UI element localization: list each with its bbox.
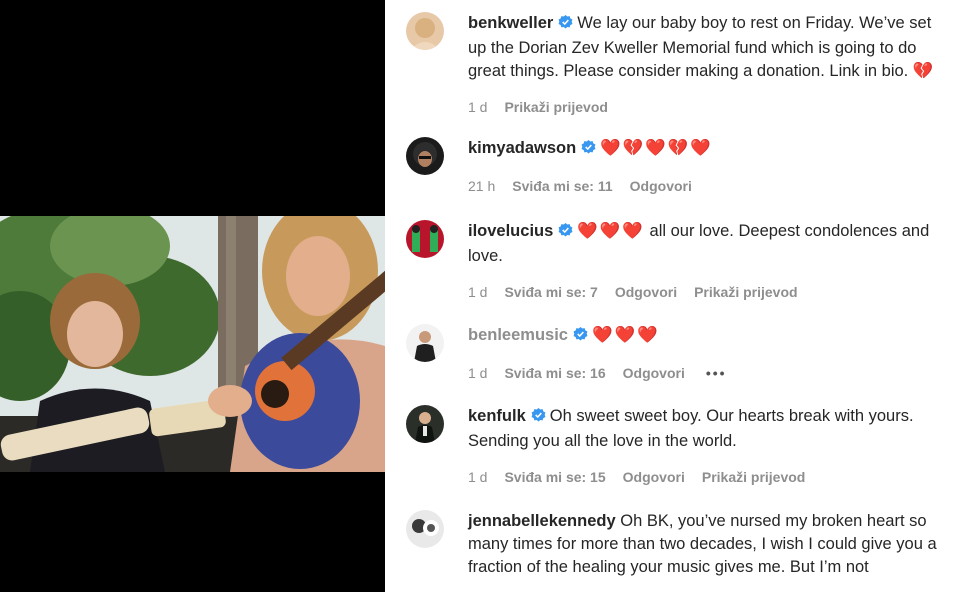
comment-username[interactable]: ilovelucius <box>468 222 553 240</box>
translate-button[interactable]: Prikaži prijevod <box>694 284 797 300</box>
comment-time[interactable]: 1 d <box>468 284 487 300</box>
avatar[interactable] <box>406 324 444 362</box>
more-options-icon[interactable]: ••• <box>706 365 727 381</box>
comment-body: benleemusic ❤️❤️❤️ 1 d Sviđa mi se: 16 Odgo… <box>468 324 948 383</box>
avatar[interactable] <box>406 12 444 50</box>
comments-pane: benkweller We lay our baby boy to rest on… <box>385 0 960 592</box>
reply-button[interactable]: Odgovori <box>623 365 685 381</box>
verified-badge-icon <box>573 326 588 349</box>
post-media-pane <box>0 0 385 592</box>
hearts-emoji: ❤️💔❤️💔❤️ <box>600 139 713 157</box>
comment-body: kenfulk Oh sweet sweet boy. Our hearts br… <box>468 405 948 487</box>
translate-button[interactable]: Prikaži prijevod <box>702 469 805 485</box>
comment-time[interactable]: 1 d <box>468 469 487 485</box>
avatar[interactable] <box>406 405 444 443</box>
translate-button[interactable]: Prikaži prijevod <box>504 99 607 115</box>
comment-username[interactable]: jennabellekennedy <box>468 512 616 530</box>
reply-button[interactable]: Odgovori <box>615 284 677 300</box>
comment-username[interactable]: benleemusic <box>468 326 568 344</box>
likes-count[interactable]: Sviđa mi se: 11 <box>512 178 612 194</box>
reply-button[interactable]: Odgovori <box>623 469 685 485</box>
hearts-emoji: ❤️❤️❤️ <box>591 326 660 344</box>
broken-heart-emoji: 💔 <box>912 62 936 80</box>
comment-body: benkweller We lay our baby boy to rest on… <box>468 12 948 117</box>
comment-body: jennabellekennedy Oh BK, you’ve nursed m… <box>468 510 948 579</box>
comment-meta: 21 h Sviđa mi se: 11 Odgovori <box>468 176 948 196</box>
comment-body: kimyadawson ❤️💔❤️💔❤️ 21 h Sviđa mi se: 11 O… <box>468 137 948 196</box>
hearts-emoji: ❤️❤️❤️ <box>577 222 645 240</box>
comment-username[interactable]: kenfulk <box>468 407 526 425</box>
comment-time[interactable]: 1 d <box>468 365 487 381</box>
comment-time[interactable]: 1 d <box>468 99 487 115</box>
likes-count[interactable]: Sviđa mi se: 16 <box>504 365 605 381</box>
comment-username[interactable]: kimyadawson <box>468 139 576 157</box>
comment-meta: 1 d Sviđa mi se: 7 Odgovori Prikaži prijevo… <box>468 282 948 302</box>
avatar[interactable] <box>406 220 444 258</box>
reply-button[interactable]: Odgovori <box>630 178 692 194</box>
likes-count[interactable]: Sviđa mi se: 15 <box>504 469 605 485</box>
verified-badge-icon <box>558 222 573 245</box>
comment-time[interactable]: 21 h <box>468 178 495 194</box>
verified-badge-icon <box>581 139 596 162</box>
verified-badge-icon <box>558 14 573 37</box>
avatar[interactable] <box>406 137 444 175</box>
comment-meta: 1 d Sviđa mi se: 16 Odgovori ••• <box>468 363 948 383</box>
comment-username[interactable]: benkweller <box>468 14 553 32</box>
comment-meta: 1 d Sviđa mi se: 15 Odgovori Prikaži prijev… <box>468 467 948 487</box>
comment-meta: 1 d Prikaži prijevod <box>468 97 948 117</box>
avatar[interactable] <box>406 510 444 548</box>
verified-badge-icon <box>531 407 546 430</box>
comment-body: ilovelucius ❤️❤️❤️ all our love. Deepest … <box>468 220 948 302</box>
likes-count[interactable]: Sviđa mi se: 7 <box>504 284 597 300</box>
post-photo[interactable] <box>0 216 385 472</box>
